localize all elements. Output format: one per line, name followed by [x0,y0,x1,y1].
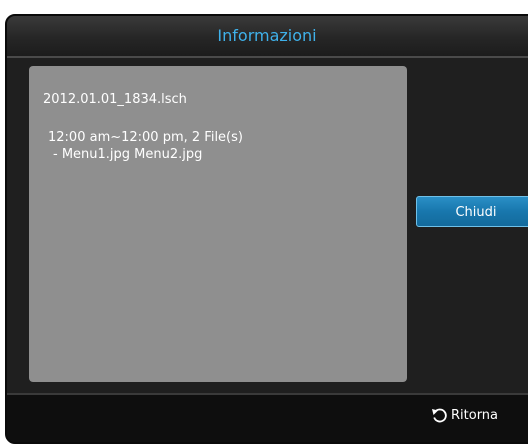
dialog-title: Informazioni [217,26,317,45]
schedule-file-list: - Menu1.jpg Menu2.jpg [53,147,203,162]
return-button[interactable]: Ritorna [431,407,498,423]
dialog-footer: Ritorna [7,395,528,435]
return-label: Ritorna [451,407,499,423]
dialog-title-bar: Informazioni [7,16,528,58]
info-panel: 2012.01.01_1834.lsch 12:00 am~12:00 pm, … [29,66,407,382]
close-button[interactable]: Chiudi [416,196,528,227]
schedule-file-name: 2012.01.01_1834.lsch [43,92,187,107]
return-arrow-icon [431,407,447,423]
information-dialog: Informazioni 2012.01.01_1834.lsch 12:00 … [5,14,528,444]
schedule-time-range: 12:00 am~12:00 pm, 2 File(s) [48,130,243,145]
